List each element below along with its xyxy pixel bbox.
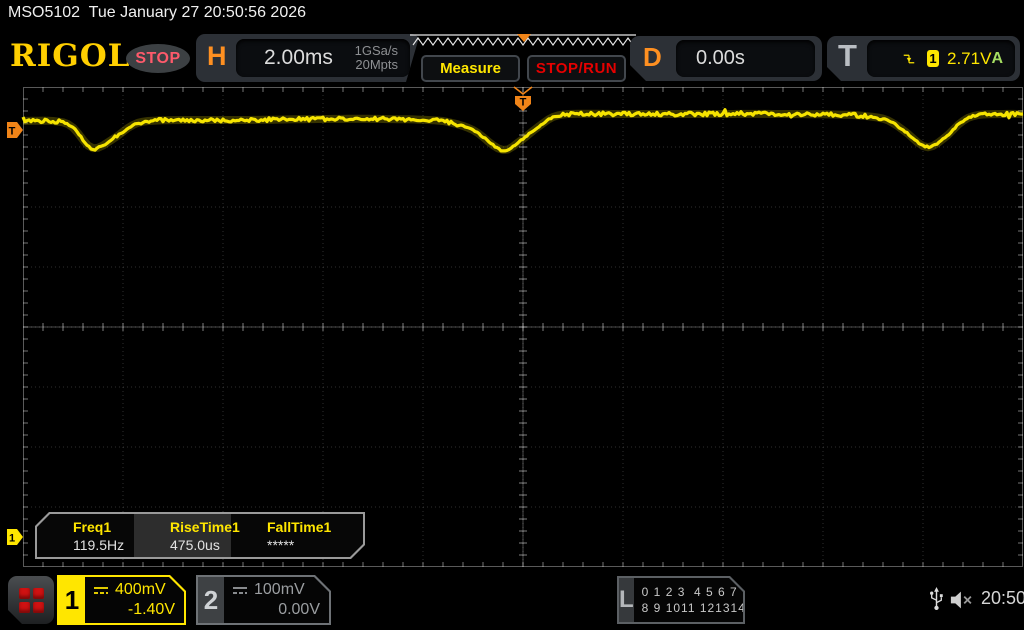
measurement-item-freq1[interactable]: Freq1 119.5Hz xyxy=(37,514,134,557)
usb-icon xyxy=(930,587,943,611)
logic-channels-tab[interactable]: L 0 1 2 3 4 5 6 7 8 9 1011 12131415 xyxy=(617,576,745,624)
titlebar-spacer xyxy=(80,4,89,21)
channel2-number: 2 xyxy=(198,577,224,623)
measurement-item-risetime1[interactable]: RiseTime1 475.0us xyxy=(134,514,231,557)
channel1-scale: 400mV xyxy=(115,581,166,598)
delay-panel[interactable]: D 0.00s xyxy=(630,36,822,81)
measurement-label: FallTime1 xyxy=(267,519,332,535)
rigol-logo: RIGOL xyxy=(10,38,131,74)
delay-value: 0.00s xyxy=(696,47,745,69)
measurement-item-falltime1[interactable]: FallTime1 ***** xyxy=(231,514,328,557)
trigger-mode: A xyxy=(991,49,1003,67)
oscilloscope-screen: MSO5102 Tue January 27 20:50:56 2026 RIG… xyxy=(0,0,1024,630)
datetime-text: Tue January 27 20:50:56 2026 xyxy=(88,4,307,21)
timebase-value: 2.00ms xyxy=(264,46,333,69)
channel1-tab-body: 1 400mV -1.40V xyxy=(59,577,184,623)
falling-edge-icon xyxy=(903,51,915,67)
model-name: MSO5102 xyxy=(8,4,81,21)
clock-time: 20:50 xyxy=(981,588,1024,608)
trigger-panel[interactable]: T 1 2.71V A xyxy=(827,36,1020,81)
measurement-value: 475.0us xyxy=(170,537,220,553)
channel2-tab[interactable]: 2 100mV 0.00V xyxy=(196,575,331,625)
measurement-value: ***** xyxy=(267,537,295,553)
logic-channel-numbers: 0 1 2 3 4 5 6 7 8 9 1011 12131415 xyxy=(634,578,762,622)
waveform-overview-strip[interactable] xyxy=(410,34,636,52)
svg-text:T: T xyxy=(520,97,527,109)
logic-tab-body: L 0 1 2 3 4 5 6 7 8 9 1011 12131415 xyxy=(619,578,743,622)
channel2-tab-body: 2 100mV 0.00V xyxy=(198,577,329,623)
sample-rate-info: 1GSa/s 20Mpts xyxy=(355,44,410,71)
overview-trigger-marker xyxy=(517,34,531,42)
run-state-badge: STOP xyxy=(126,44,190,73)
channel1-offset: -1.40V xyxy=(127,601,175,618)
memory-depth: 20Mpts xyxy=(355,57,398,72)
channel2-scale: 100mV xyxy=(254,581,305,598)
dc-coupling-icon xyxy=(231,585,249,596)
grid-menu-icon xyxy=(19,588,44,613)
logic-key: L xyxy=(619,586,634,613)
horizontal-panel[interactable]: H 2.00ms 1GSa/s 20Mpts xyxy=(196,34,420,82)
titlebar: MSO5102 Tue January 27 20:50:56 2026 xyxy=(8,4,306,22)
trigger-level-marker[interactable]: T xyxy=(7,122,24,139)
trigger-source-badge: 1 xyxy=(927,50,939,67)
menu-button[interactable] xyxy=(8,576,54,624)
horizontal-inset: 2.00ms 1GSa/s 20Mpts xyxy=(236,39,410,77)
measurement-value: 119.5Hz xyxy=(73,537,125,553)
measure-button[interactable]: Measure xyxy=(421,55,520,82)
svg-text:1: 1 xyxy=(9,533,15,545)
channel1-ground-marker[interactable]: 1 xyxy=(7,529,24,546)
delay-inset: 0.00s xyxy=(676,40,815,77)
waveform-display: T xyxy=(21,86,1024,567)
dc-coupling-icon xyxy=(92,585,110,596)
trigger-inset: 1 2.71V A xyxy=(867,40,1015,77)
channel1-number: 1 xyxy=(59,577,85,623)
measurement-box: Freq1 119.5Hz RiseTime1 475.0us FallTime… xyxy=(35,512,365,559)
channel1-tab[interactable]: 1 400mV -1.40V xyxy=(57,575,186,625)
delay-key: D xyxy=(643,42,662,72)
svg-text:T: T xyxy=(9,126,16,138)
channel2-offset: 0.00V xyxy=(278,601,320,618)
trigger-key: T xyxy=(838,38,857,73)
measurement-box-inner: Freq1 119.5Hz RiseTime1 475.0us FallTime… xyxy=(37,514,363,557)
stop-run-button[interactable]: STOP/RUN xyxy=(527,55,626,82)
trigger-level-value: 2.71V xyxy=(947,48,992,68)
measurement-label: Freq1 xyxy=(73,519,112,535)
measurement-label: RiseTime1 xyxy=(170,519,240,535)
horizontal-key: H xyxy=(207,41,227,71)
speaker-muted-icon xyxy=(950,591,972,609)
